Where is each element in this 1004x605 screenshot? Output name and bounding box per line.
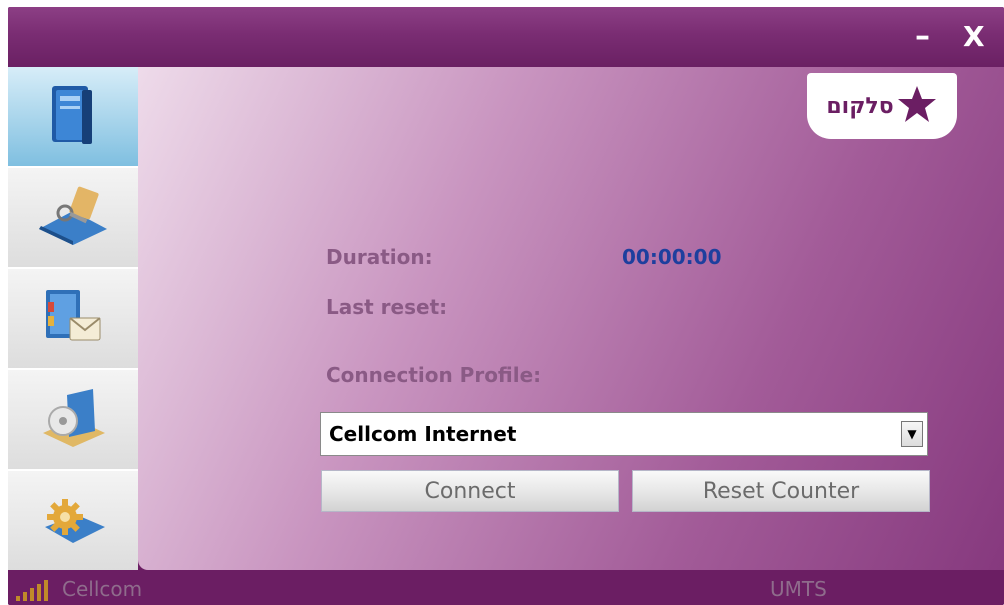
carrier-name: Cellcom: [62, 577, 143, 601]
sidebar-item-storage[interactable]: [8, 370, 138, 471]
network-type: UMTS: [770, 577, 827, 601]
connect-button[interactable]: Connect: [321, 470, 619, 512]
star-icon: [896, 84, 938, 128]
duration-value: 00:00:00: [622, 245, 722, 269]
minimize-button[interactable]: –: [915, 17, 930, 57]
sidebar-item-profiles[interactable]: [8, 168, 138, 269]
brand-logo: סלקום: [807, 73, 957, 139]
duration-label: Duration:: [326, 245, 433, 269]
app-window: – X סלקום Duration: 00:00:00 Last reset:…: [8, 7, 1004, 605]
connection-profile-value: Cellcom Internet: [329, 422, 517, 446]
signal-bars-icon: [14, 580, 54, 602]
sidebar-item-connection[interactable]: [8, 67, 138, 168]
close-button[interactable]: X: [963, 17, 985, 57]
book-icon: [46, 82, 100, 152]
chevron-down-icon[interactable]: ▼: [901, 421, 923, 447]
sidebar-item-messages[interactable]: [8, 269, 138, 370]
reset-counter-button[interactable]: Reset Counter: [632, 470, 930, 512]
status-bar: Cellcom UMTS: [8, 570, 1004, 605]
disk-folder-icon: [37, 385, 109, 455]
brand-logo-text: סלקום: [826, 93, 894, 119]
last-reset-label: Last reset:: [326, 295, 448, 319]
settings-gear-icon: [37, 489, 109, 553]
title-bar[interactable]: – X: [8, 7, 1004, 67]
contacts-mail-icon: [38, 284, 108, 354]
sidebar-item-settings[interactable]: [8, 471, 138, 572]
sidebar-nav: [8, 67, 138, 572]
connection-profile-select[interactable]: Cellcom Internet ▼: [320, 412, 928, 456]
connection-profile-label: Connection Profile:: [326, 363, 542, 387]
folder-key-icon: [33, 183, 113, 253]
main-panel: סלקום Duration: 00:00:00 Last reset: Con…: [138, 67, 1004, 570]
